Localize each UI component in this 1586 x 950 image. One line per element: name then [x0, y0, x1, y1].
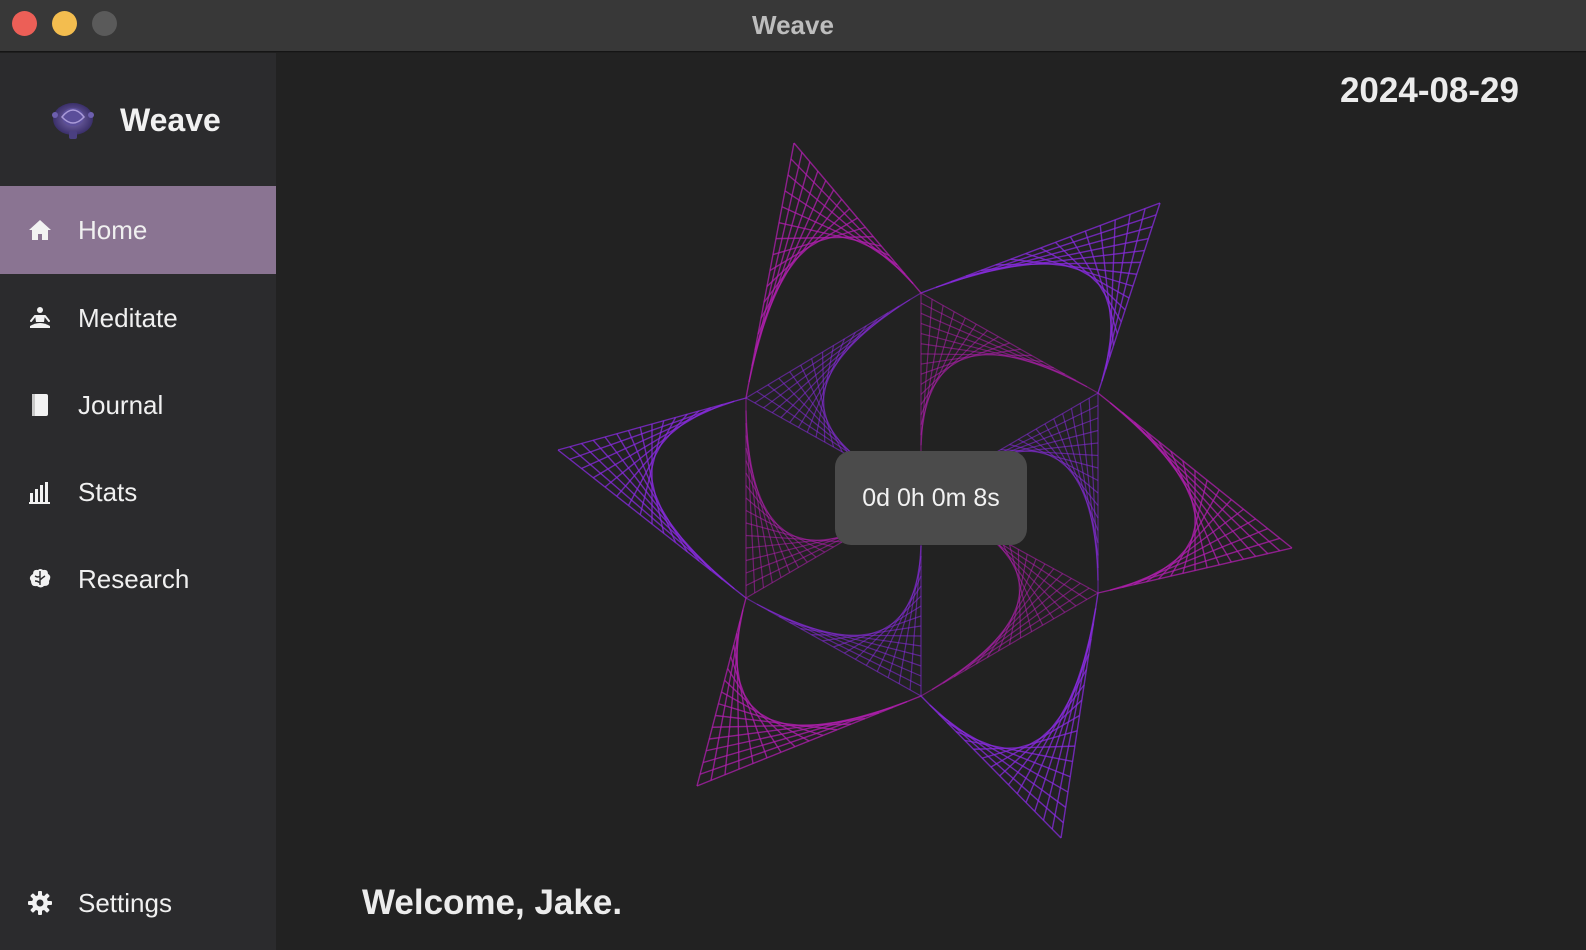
sidebar-item-label: Research [78, 563, 190, 594]
journal-icon [26, 391, 54, 419]
sidebar-item-journal[interactable]: Journal [0, 361, 276, 449]
sidebar: Weave Home Meditate Journal Stats Resear… [0, 53, 276, 950]
sidebar-item-stats[interactable]: Stats [0, 448, 276, 536]
title-bar: Weave [0, 0, 1586, 52]
sidebar-item-label: Meditate [78, 302, 178, 333]
sidebar-item-home[interactable]: Home [0, 186, 276, 274]
stats-icon [26, 478, 54, 506]
window-title: Weave [752, 10, 834, 40]
main-content: 2024-08-29 0d 0h 0m 8s Welcome, Jake. [276, 53, 1586, 950]
brand: Weave [46, 95, 221, 145]
sidebar-item-settings[interactable]: Settings [0, 859, 276, 947]
weave-logo-icon [52, 103, 94, 139]
welcome-message: Welcome, Jake. [362, 883, 623, 922]
sidebar-item-label: Home [78, 214, 148, 245]
session-timer[interactable]: 0d 0h 0m 8s [835, 451, 1027, 545]
sidebar-item-label: Journal [78, 389, 164, 420]
home-icon [26, 216, 54, 244]
meditate-icon [26, 304, 54, 332]
brain-icon [26, 565, 54, 593]
sidebar-item-research[interactable]: Research [0, 535, 276, 623]
sidebar-item-label: Settings [78, 887, 172, 918]
current-date: 2024-08-29 [1339, 71, 1519, 110]
sidebar-item-meditate[interactable]: Meditate [0, 274, 276, 362]
gear-icon [26, 889, 54, 917]
brand-name: Weave [120, 101, 221, 138]
sidebar-item-label: Stats [78, 476, 138, 507]
